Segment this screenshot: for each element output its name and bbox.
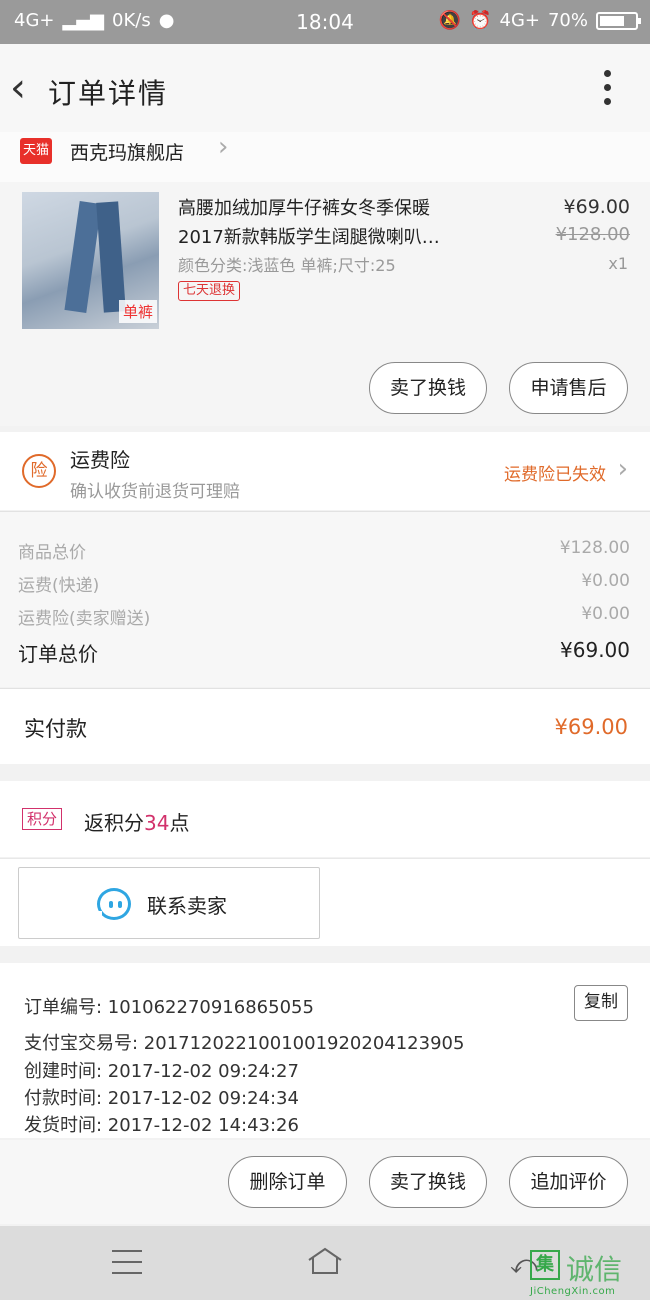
points-badge: 积分 xyxy=(22,808,63,830)
payment-label: 实付款 xyxy=(24,717,87,741)
tmall-logo-icon: 天猫 xyxy=(20,138,52,164)
insurance-subtitle: 确认收货前退货可理赔 xyxy=(70,482,240,502)
status-bar: 4G+ ▂▄▆ 0K/s ● 18:04 🔕 ⏰ 4G+ 70% xyxy=(0,0,650,44)
chevron-right-icon: › xyxy=(218,132,229,162)
contact-section: 联系卖家 xyxy=(0,858,650,946)
back-icon[interactable]: ‹ xyxy=(10,68,26,108)
delete-order-button[interactable]: 删除订单 xyxy=(228,1156,347,1208)
resell-button-bottom[interactable]: 卖了换钱 xyxy=(369,1156,487,1208)
cost-row: 商品总价 ¥128.00 xyxy=(18,538,630,563)
insurance-title: 运费险 xyxy=(70,448,130,472)
product-quantity: x1 xyxy=(608,254,628,273)
home-icon[interactable] xyxy=(306,1246,344,1276)
price-breakdown: 商品总价 ¥128.00 运费(快递) ¥0.00 运费险(卖家赠送) ¥0.00 订… xyxy=(0,511,650,687)
page-title: 订单详情 xyxy=(48,77,169,110)
points-text: 返积分34点 xyxy=(84,811,190,835)
chevron-right-icon: › xyxy=(617,454,628,484)
thumbnail-tag: 单裤 xyxy=(118,300,157,323)
insurance-status: 运费险已失效 xyxy=(504,465,606,485)
shop-name: 西克玛旗舰店 xyxy=(70,142,185,164)
product-spec: 颜色分类:浅蓝色 单裤;尺寸:25 xyxy=(178,256,396,275)
order-total-row: 订单总价 ¥69.00 xyxy=(18,638,630,666)
points-row: 积分 返积分34点 xyxy=(0,781,650,857)
app-header: ‹ 订单详情 xyxy=(0,44,650,132)
paid-time: 付款时间: 2017-12-02 09:24:34 xyxy=(24,1088,299,1109)
mute-icon: 🔕 xyxy=(438,10,462,31)
menu-icon[interactable] xyxy=(112,1250,142,1283)
original-price: ¥128.00 xyxy=(555,224,630,245)
cost-row: 运费(快递) ¥0.00 xyxy=(18,571,630,596)
shop-row[interactable]: 天猫 西克玛旗舰店 › xyxy=(0,132,650,182)
shipping-insurance-row[interactable]: 险 运费险 确认收货前退货可理赔 运费险已失效 › xyxy=(0,432,650,510)
resell-button[interactable]: 卖了换钱 xyxy=(369,362,487,414)
bottom-action-bar: 删除订单 卖了换钱 追加评价 xyxy=(0,1140,650,1224)
cost-row: 运费险(卖家赠送) ¥0.00 xyxy=(18,604,630,629)
created-time: 创建时间: 2017-12-02 09:24:27 xyxy=(24,1061,299,1082)
add-review-button[interactable]: 追加评价 xyxy=(509,1156,628,1208)
copy-button[interactable]: 复制 xyxy=(574,985,628,1021)
alipay-trade-number: 支付宝交易号: 2017120221001001920204123905 xyxy=(24,1033,465,1054)
product-title[interactable]: 高腰加绒加厚牛仔裤女冬季保暖 2017新款韩版学生阔腿微喇叭… xyxy=(178,194,498,252)
order-number: 订单编号: 101062270916865055 xyxy=(24,997,314,1018)
more-menu-icon[interactable] xyxy=(604,70,612,112)
product-thumbnail[interactable]: 单裤 xyxy=(22,192,159,329)
after-sales-button[interactable]: 申请售后 xyxy=(509,362,628,414)
payment-amount: ¥69.00 xyxy=(554,715,628,739)
product-price: ¥69.00 xyxy=(563,196,630,218)
insurance-icon: 险 xyxy=(22,454,56,488)
shipped-time: 发货时间: 2017-12-02 14:43:26 xyxy=(24,1115,299,1136)
alarm-icon: ⏰ xyxy=(469,10,492,31)
chat-icon xyxy=(94,888,131,920)
contact-seller-label: 联系卖家 xyxy=(147,894,227,918)
watermark-logo: 集 诚信 JiChengXin.com xyxy=(530,1250,644,1298)
order-info: 订单编号: 101062270916865055 复制 支付宝交易号: 2017… xyxy=(0,963,650,1138)
return-policy-badge: 七天退换 xyxy=(178,281,241,301)
actual-payment-row: 实付款 ¥69.00 xyxy=(0,688,650,764)
battery-icon xyxy=(596,11,641,30)
contact-seller-button[interactable]: 联系卖家 xyxy=(18,867,320,939)
product-card: 单裤 高腰加绒加厚牛仔裤女冬季保暖 2017新款韩版学生阔腿微喇叭… 颜色分类:… xyxy=(0,182,650,426)
battery-percent: 70% xyxy=(547,10,588,31)
network-indicator-right: 4G+ xyxy=(499,10,540,31)
